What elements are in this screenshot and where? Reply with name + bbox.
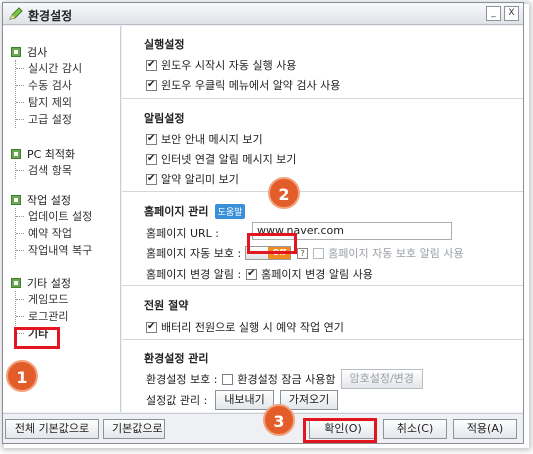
env-protect-row: 환경설정 보호 : 환경설정 잠금 사용함 암호설정/변경: [146, 369, 423, 389]
tree-group-pc-optimize: PC 최적화 검색 항목: [11, 146, 75, 179]
step-badge-2: 2: [268, 177, 300, 209]
minimize-button[interactable]: _: [486, 6, 501, 21]
checkbox[interactable]: [146, 173, 157, 185]
tree-item-exclusions[interactable]: 탐지 제외: [15, 94, 82, 111]
tree-item-update[interactable]: 업데이트 설정: [15, 208, 92, 225]
option-autostart[interactable]: 윈도우 시작시 자동 실행 사용: [146, 57, 296, 73]
tree-group-scan: 검사 실시간 감시 수동 검사 탐지 제외 고급 설정: [11, 44, 82, 128]
tree-subitems: 업데이트 설정 예약 작업 작업내역 복구: [15, 208, 92, 259]
option-battery[interactable]: 배터리 전원으로 실행 시 예약 작업 연기: [146, 319, 344, 335]
tree-group-task-header[interactable]: 작업 설정: [11, 192, 92, 208]
section-title: 알림설정: [144, 112, 185, 125]
tree-subitems: 검색 항목: [15, 162, 75, 179]
section-title-text: 홈페이지 관리: [144, 205, 209, 218]
protect-label: 홈페이지 자동 보호 :: [146, 247, 242, 260]
tree-group-etc-header[interactable]: 기타 설정: [11, 275, 71, 291]
manage-label: 설정값 관리 :: [146, 394, 208, 407]
pencil-icon: [9, 7, 23, 20]
reset-button[interactable]: 기본값으로: [103, 419, 165, 439]
help-badge[interactable]: 도움말: [214, 204, 246, 219]
highlight-etc-item: [14, 327, 60, 349]
option-notifier[interactable]: 알약 알리미 보기: [146, 171, 239, 187]
tree-item-game-mode[interactable]: 게임모드: [16, 291, 71, 308]
change-alert-row: 홈페이지 변경 알림 : 홈페이지 변경 알림 사용: [146, 266, 373, 282]
tree-group-label: 검사: [27, 46, 48, 59]
tree-subitems: 실시간 감시 수동 검사 탐지 제외 고급 설정: [15, 60, 82, 128]
checkbox[interactable]: [146, 133, 157, 145]
folder-icon: [11, 195, 21, 205]
section-alert: 알림설정 보안 안내 메시지 보기 인터넷 연결 알림 메시지 보기 알약 알리…: [122, 100, 523, 192]
protect-alert-label: 홈페이지 자동 보호 알림 사용: [328, 247, 464, 260]
tree-group-label: 작업 설정: [27, 194, 71, 207]
step-badge-1: 1: [6, 360, 38, 392]
section-run: 실행설정 윈도우 시작시 자동 실행 사용 윈도우 우클릭 메뉴에서 알약 검사…: [122, 26, 523, 99]
change-alert-label: 홈페이지 변경 알림 :: [146, 268, 242, 281]
highlight-ok-button: [303, 418, 377, 443]
checkbox[interactable]: [246, 268, 258, 280]
settings-window: 환경설정 _ X 검사 실시간 감시 수동 검사 탐지 제외 고급 설정 PC …: [2, 2, 524, 444]
env-manage-row: 설정값 관리 : 내보내기 가져오기: [146, 390, 339, 410]
option-context-menu[interactable]: 윈도우 우클릭 메뉴에서 알약 검사 사용: [146, 77, 340, 93]
protect-row: 홈페이지 자동 보호 : Off ? 홈페이지 자동 보호 알림 사용: [146, 245, 464, 261]
tree-item-manual-scan[interactable]: 수동 검사: [15, 77, 82, 94]
tree-group-scan-header[interactable]: 검사: [11, 44, 82, 60]
settings-content: 실행설정 윈도우 시작시 자동 실행 사용 윈도우 우클릭 메뉴에서 알약 검사…: [122, 26, 523, 412]
lock-option-label: 환경설정 잠금 사용함: [237, 373, 336, 386]
tree-group-pc-optimize-header[interactable]: PC 최적화: [11, 146, 75, 162]
change-alert-option: 홈페이지 변경 알림 사용: [261, 268, 373, 281]
checkbox[interactable]: [222, 373, 234, 385]
settings-tree: 검사 실시간 감시 수동 검사 탐지 제외 고급 설정 PC 최적화 검색 항목…: [3, 26, 121, 412]
option-security-msg[interactable]: 보안 안내 메시지 보기: [146, 131, 263, 147]
apply-button[interactable]: 적용(A): [453, 419, 517, 439]
tree-group-task: 작업 설정 업데이트 설정 예약 작업 작업내역 복구: [11, 192, 92, 259]
section-title: 홈페이지 관리 도움말: [144, 203, 246, 219]
highlight-toggle: [247, 233, 297, 254]
cancel-button[interactable]: 취소(C): [383, 419, 447, 439]
tree-group-label: 기타 설정: [27, 277, 71, 290]
help-icon[interactable]: ?: [297, 247, 309, 259]
tree-item-advanced[interactable]: 고급 설정: [15, 111, 82, 128]
section-title: 실행설정: [144, 38, 185, 51]
checkbox[interactable]: [146, 153, 157, 165]
tree-item-restore[interactable]: 작업내역 복구: [15, 242, 92, 259]
checkbox: [313, 247, 325, 259]
section-power: 전원 절약 배터리 전원으로 실행 시 예약 작업 연기: [122, 287, 523, 340]
checkbox[interactable]: [146, 59, 157, 71]
tree-item-realtime[interactable]: 실시간 감시: [15, 60, 82, 77]
tree-item-log[interactable]: 로그관리: [16, 308, 71, 325]
password-button[interactable]: 암호설정/변경: [340, 369, 423, 389]
url-label: 홈페이지 URL :: [146, 227, 220, 240]
tree-item-search-items[interactable]: 검색 항목: [15, 162, 75, 179]
option-label: 인터넷 연결 알림 메시지 보기: [161, 153, 297, 166]
env-protect-label: 환경설정 보호 :: [146, 373, 218, 386]
title-bar[interactable]: 환경설정 _ X: [3, 3, 523, 25]
option-label: 알약 알리미 보기: [161, 173, 239, 186]
checkbox[interactable]: [146, 321, 157, 333]
section-title: 환경설정 관리: [144, 352, 209, 365]
option-label: 윈도우 우클릭 메뉴에서 알약 검사 사용: [161, 79, 341, 92]
window-title: 환경설정: [28, 9, 73, 23]
tree-item-scheduled[interactable]: 예약 작업: [15, 225, 92, 242]
tree-group-label: PC 최적화: [27, 148, 76, 161]
folder-icon: [11, 278, 21, 288]
export-button[interactable]: 내보내기: [215, 390, 274, 410]
option-internet-msg[interactable]: 인터넷 연결 알림 메시지 보기: [146, 151, 296, 167]
checkbox[interactable]: [146, 79, 157, 91]
section-env: 환경설정 관리 환경설정 보호 : 환경설정 잠금 사용함 암호설정/변경 설정…: [122, 341, 523, 412]
step-badge-3: 3: [263, 404, 295, 436]
close-button[interactable]: X: [504, 6, 519, 21]
folder-icon: [11, 149, 21, 159]
option-label: 배터리 전원으로 실행 시 예약 작업 연기: [161, 321, 344, 334]
section-title: 전원 절약: [144, 299, 189, 312]
option-label: 윈도우 시작시 자동 실행 사용: [161, 59, 297, 72]
reset-all-button[interactable]: 전체 기본값으로: [5, 419, 99, 439]
folder-icon: [11, 47, 21, 57]
option-label: 보안 안내 메시지 보기: [161, 133, 263, 146]
